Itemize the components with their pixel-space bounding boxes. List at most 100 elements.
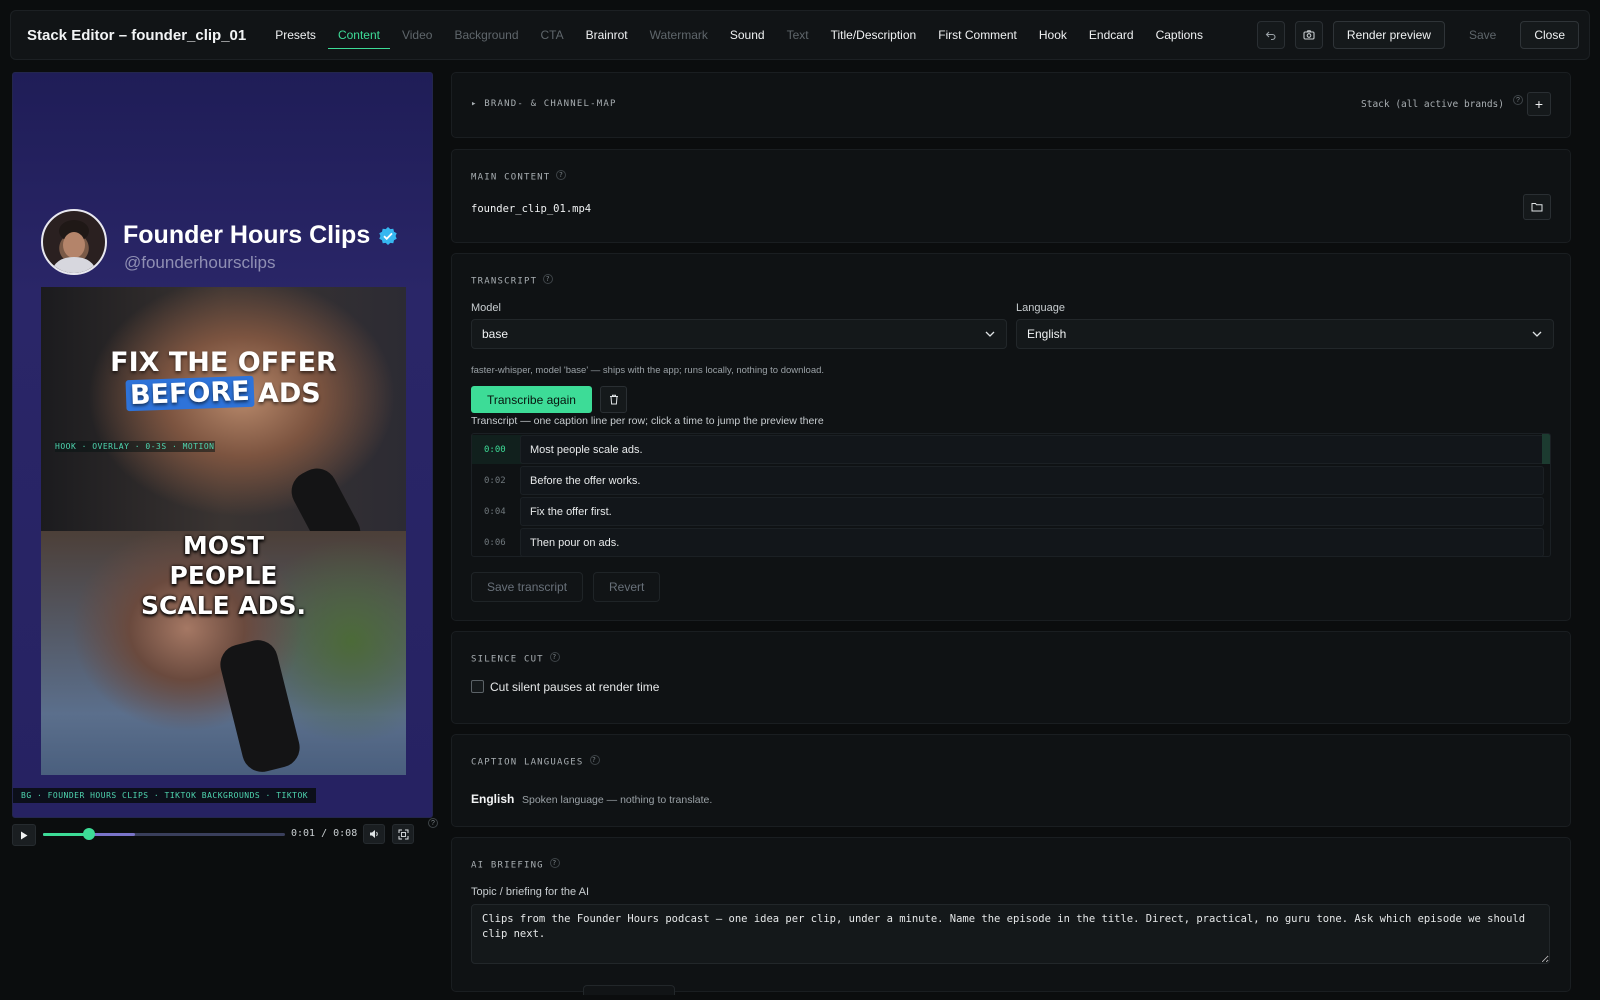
play-icon [21, 831, 28, 839]
stack-label-text: Stack (all active brands) [1361, 99, 1504, 110]
main-content-title: MAIN CONTENT [471, 172, 551, 183]
add-brand-button[interactable]: + [1527, 92, 1551, 116]
model-label: Model [471, 302, 501, 314]
hook-overlay: FIX THE OFFER BEFORE ADS [41, 347, 406, 412]
silence-cut-heading: SILENCE CUT? [471, 652, 560, 665]
scrollbar-thumb[interactable] [1542, 434, 1550, 464]
ai-briefing-heading: AI BRIEFING? [471, 858, 560, 871]
model-select[interactable]: base [471, 319, 1007, 349]
silence-cut-title: SILENCE CUT [471, 654, 544, 665]
top-bar: Stack Editor – founder_clip_01 Presets C… [10, 10, 1590, 60]
transcript-text[interactable]: Before the offer works. [520, 466, 1544, 495]
help-icon[interactable]: ? [556, 170, 567, 180]
tab-captions[interactable]: Captions [1156, 11, 1203, 59]
save-button[interactable]: Save [1455, 21, 1510, 49]
chevron-down-icon [1532, 331, 1542, 337]
ai-briefing-section: AI BRIEFING? Topic / briefing for the AI [451, 837, 1571, 995]
transcript-row: 0:04 Fix the offer first. [472, 497, 1544, 526]
top-actions: Render preview Save Close [1256, 11, 1589, 59]
tab-endcard[interactable]: Endcard [1089, 11, 1134, 59]
transcript-time[interactable]: 0:06 [472, 528, 520, 556]
language-label: Language [1016, 302, 1065, 314]
overlay-tag: HOOK · OVERLAY · 0-3S · MOTION [55, 441, 215, 452]
silence-cut-checkbox[interactable] [471, 680, 484, 693]
playback-controls: 0:01 / 0:08 ? [12, 818, 438, 846]
close-button[interactable]: Close [1520, 21, 1579, 49]
tab-brainrot[interactable]: Brainrot [586, 11, 628, 59]
hook-line-1: FIX THE OFFER [110, 347, 337, 378]
transcript-list: 0:00 Most people scale ads. 0:02 Before … [471, 433, 1551, 557]
language-select-value: English [1027, 327, 1067, 341]
transcript-text[interactable]: Fix the offer first. [520, 497, 1544, 526]
tab-content[interactable]: Content [327, 11, 391, 59]
tab-background[interactable]: Background [454, 11, 518, 59]
tab-watermark[interactable]: Watermark [650, 11, 708, 59]
undo-icon [1265, 31, 1276, 41]
microphone-shape [284, 461, 368, 531]
silence-cut-section: SILENCE CUT? Cut silent pauses at render… [451, 631, 1571, 724]
camera-icon [1303, 30, 1315, 40]
browse-file-button[interactable] [1523, 194, 1551, 220]
caption-languages-heading: CAPTION LANGUAGES? [471, 755, 600, 768]
video-preview[interactable]: Founder Hours Clips @founderhoursclips F… [12, 72, 433, 818]
folder-icon [1531, 203, 1543, 212]
transcript-row: 0:00 Most people scale ads. [472, 435, 1544, 464]
tab-bar: Presets Content Video Background CTA Bra… [275, 11, 1225, 59]
video-frame-bottom: MOST PEOPLE SCALE ADS. [41, 531, 406, 775]
tab-sound[interactable]: Sound [730, 11, 765, 59]
model-hint: faster-whisper, model 'base' — ships wit… [471, 365, 825, 376]
hidden-button-edge[interactable] [583, 985, 675, 995]
help-icon[interactable]: ? [549, 652, 560, 662]
help-icon[interactable]: ? [428, 818, 438, 828]
transcript-text[interactable]: Then pour on ads. [520, 528, 1544, 556]
caption-languages-title: CAPTION LANGUAGES [471, 757, 584, 768]
transcript-time[interactable]: 0:02 [472, 466, 520, 495]
seek-thumb[interactable] [82, 828, 95, 840]
main-content-section: MAIN CONTENT? founder_clip_01.mp4 [451, 149, 1571, 243]
language-select[interactable]: English [1016, 319, 1554, 349]
brand-channel-map-toggle[interactable]: ▸ BRAND- & CHANNEL-MAP [471, 99, 617, 109]
tab-cta[interactable]: CTA [541, 11, 564, 59]
transcript-time[interactable]: 0:04 [472, 497, 520, 526]
ai-briefing-textarea[interactable] [471, 904, 1550, 964]
caption-languages-section: CAPTION LANGUAGES? English Spoken langua… [451, 734, 1571, 827]
tab-text[interactable]: Text [787, 11, 809, 59]
save-transcript-button[interactable]: Save transcript [471, 572, 584, 602]
stack-label: Stack (all active brands) [1361, 99, 1504, 110]
transcript-title: TRANSCRIPT [471, 276, 538, 287]
render-preview-button[interactable]: Render preview [1332, 21, 1445, 49]
fullscreen-button[interactable] [392, 824, 414, 844]
tab-title-description[interactable]: Title/Description [831, 11, 917, 59]
transcript-section: TRANSCRIPT? Model Language base English … [451, 253, 1571, 621]
volume-icon [369, 830, 378, 838]
transcribe-again-button[interactable]: Transcribe again [471, 386, 592, 413]
help-icon[interactable]: ? [1513, 95, 1523, 105]
hook-rest: ADS [257, 378, 321, 409]
transcript-list-hint: Transcript — one caption line per row; c… [471, 415, 824, 427]
help-icon[interactable]: ? [543, 274, 554, 284]
silence-cut-label: Cut silent pauses at render time [490, 680, 660, 694]
play-button[interactable] [12, 824, 36, 846]
help-icon[interactable]: ? [589, 755, 600, 765]
model-select-value: base [482, 327, 509, 341]
main-content-file: founder_clip_01.mp4 [471, 203, 592, 215]
chevron-down-icon [985, 331, 995, 337]
tab-presets[interactable]: Presets [275, 11, 316, 59]
help-icon[interactable]: ? [549, 858, 560, 868]
transcript-text[interactable]: Most people scale ads. [520, 435, 1544, 464]
transcript-time[interactable]: 0:00 [472, 435, 520, 464]
undo-button[interactable] [1256, 21, 1285, 49]
snapshot-button[interactable] [1294, 21, 1323, 49]
tab-video[interactable]: Video [402, 11, 432, 59]
seek-slider[interactable] [43, 828, 285, 840]
tab-hook[interactable]: Hook [1039, 11, 1067, 59]
volume-button[interactable] [363, 824, 385, 844]
tab-first-comment[interactable]: First Comment [938, 11, 1017, 59]
channel-name-text: Founder Hours Clips [123, 221, 371, 249]
ai-briefing-title: AI BRIEFING [471, 860, 544, 871]
caption-line: PEOPLE [169, 561, 278, 590]
hook-line-2: BEFORE ADS [41, 375, 406, 412]
delete-transcript-button[interactable] [600, 386, 627, 413]
revert-button[interactable]: Revert [593, 572, 661, 602]
background-tag: BG · FOUNDER HOURS CLIPS · TIKTOK BACKGR… [13, 788, 317, 803]
